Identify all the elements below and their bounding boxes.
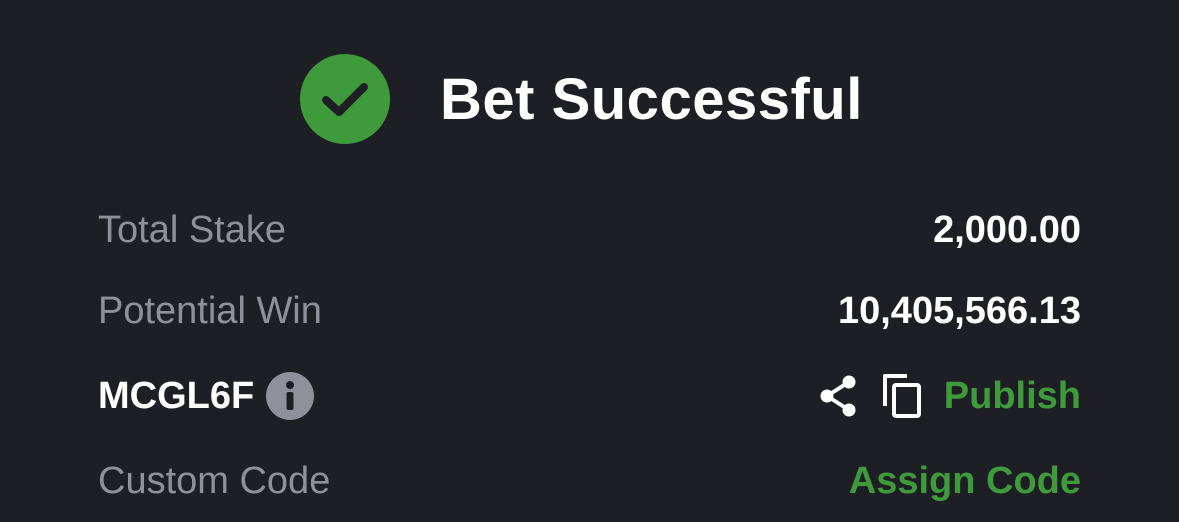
bet-status-header: Bet Successful: [300, 54, 863, 144]
assign-code-button[interactable]: Assign Code: [849, 460, 1081, 503]
total-stake-value: 2,000.00: [933, 208, 1081, 251]
total-stake-label: Total Stake: [98, 208, 286, 251]
total-stake-row: Total Stake 2,000.00: [98, 205, 1081, 255]
publish-button[interactable]: Publish: [944, 375, 1081, 418]
potential-win-label: Potential Win: [98, 289, 322, 332]
check-circle-icon: [300, 54, 390, 144]
booking-actions: Publish: [814, 371, 1081, 421]
copy-icon[interactable]: [880, 371, 924, 421]
booking-code-row: MCGL6F Publish: [98, 371, 1081, 421]
potential-win-row: Potential Win 10,405,566.13: [98, 286, 1081, 336]
potential-win-value: 10,405,566.13: [837, 289, 1081, 332]
custom-code-row: Custom Code Assign Code: [98, 456, 1081, 506]
booking-code: MCGL6F: [98, 374, 255, 417]
share-icon[interactable]: [814, 371, 862, 421]
booking-code-group: MCGL6F: [98, 372, 315, 420]
info-icon[interactable]: [266, 372, 315, 420]
custom-code-label: Custom Code: [98, 459, 331, 502]
page-title: Bet Successful: [440, 66, 863, 132]
